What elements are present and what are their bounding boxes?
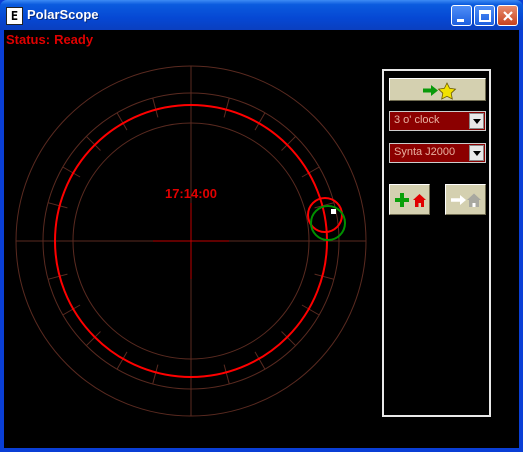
arrow-star-icon xyxy=(423,82,457,100)
client-area: Status: Ready 17:14:00 3 o' clock Synta … xyxy=(4,30,519,448)
minimize-icon xyxy=(457,19,464,22)
reticle-tick xyxy=(152,364,159,385)
maximize-icon xyxy=(479,10,491,22)
reticle-tick xyxy=(223,364,230,385)
clock-position-value: 3 o' clock xyxy=(394,114,440,126)
reticle-tick xyxy=(85,135,101,151)
minimize-button[interactable] xyxy=(451,5,472,26)
window-title: PolarScope xyxy=(27,7,99,22)
polaris-marker xyxy=(331,209,336,214)
set-home-button[interactable] xyxy=(389,184,430,215)
chevron-down-icon[interactable] xyxy=(469,113,484,129)
app-icon[interactable]: E xyxy=(6,7,23,25)
goto-star-button[interactable] xyxy=(389,78,486,101)
reticle-tick xyxy=(281,331,297,347)
telescope-model-value: Synta J2000 xyxy=(394,146,456,158)
local-time-readout: 17:14:00 xyxy=(165,186,217,201)
close-icon xyxy=(503,11,513,21)
go-home-button[interactable] xyxy=(445,184,486,215)
reticle-tick xyxy=(85,331,101,347)
reticle-tick xyxy=(223,97,230,118)
title-bar[interactable]: E PolarScope xyxy=(0,0,523,30)
polar-scope-reticle[interactable]: 17:14:00 xyxy=(12,63,372,423)
reticle-tick xyxy=(47,202,68,209)
status-label: Status: xyxy=(6,32,51,47)
telescope-model-select[interactable]: Synta J2000 xyxy=(389,143,486,163)
reticle-tick xyxy=(281,135,297,151)
chevron-down-icon[interactable] xyxy=(469,145,484,161)
app-window: E PolarScope Status: Ready 17:14:00 3 o'… xyxy=(0,0,523,452)
plus-home-icon xyxy=(395,193,426,207)
clock-position-select[interactable]: 3 o' clock xyxy=(389,111,486,131)
control-panel: 3 o' clock Synta J2000 xyxy=(382,69,491,417)
status-line: Status: Ready xyxy=(6,32,93,47)
arrow-home-icon xyxy=(451,193,481,207)
close-button[interactable] xyxy=(497,5,518,26)
status-value: Ready xyxy=(54,32,94,47)
reticle-tick xyxy=(314,273,335,280)
reticle-tick xyxy=(47,273,68,280)
maximize-button[interactable] xyxy=(474,5,495,26)
reticle-tick xyxy=(152,97,159,118)
